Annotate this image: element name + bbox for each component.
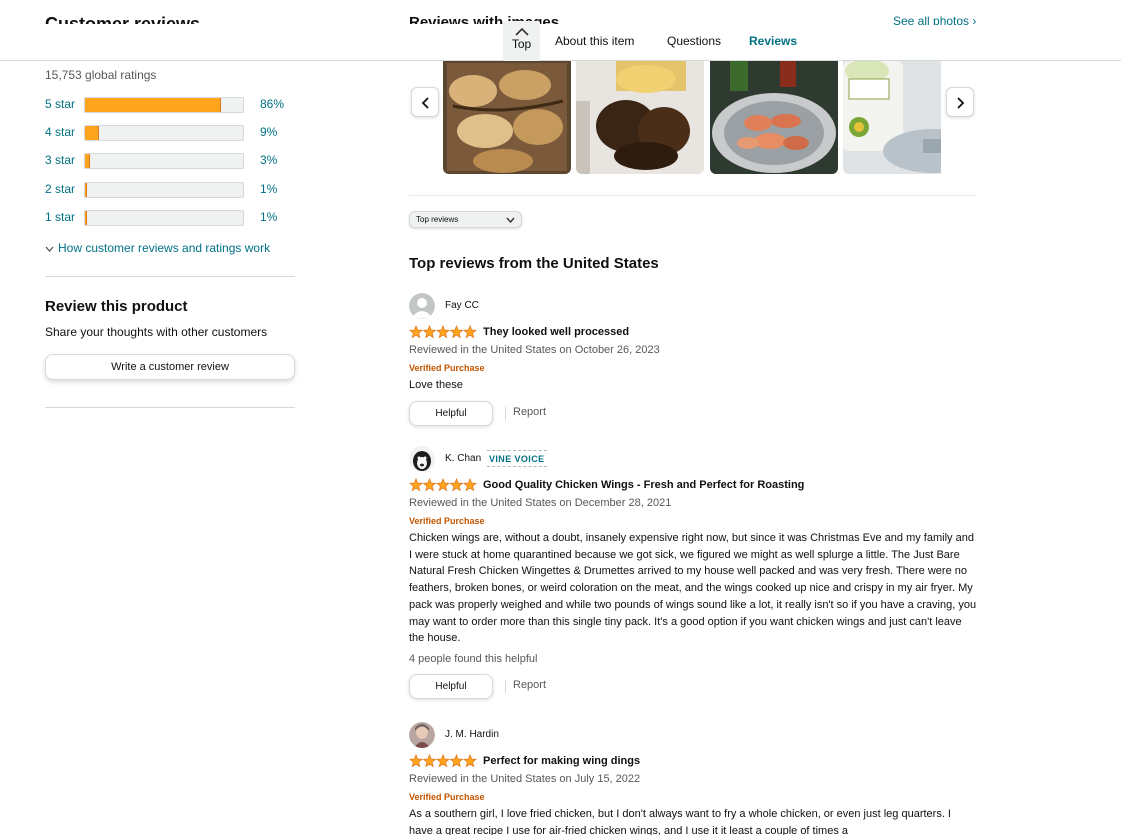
review-this-product-heading: Review this product xyxy=(45,298,188,315)
report-link[interactable]: Report xyxy=(513,406,546,418)
verified-purchase-badge[interactable]: Verified Purchase xyxy=(409,512,977,529)
dog-photo-avatar[interactable] xyxy=(409,446,435,472)
rating-bar[interactable] xyxy=(84,182,244,198)
nav-about-item[interactable]: About this item xyxy=(555,34,634,48)
how-reviews-work-label: How customer reviews and ratings work xyxy=(58,241,271,255)
review-images-carousel xyxy=(443,61,941,174)
customer-reviews-heading: Customer reviews xyxy=(45,14,201,24)
reviewer-name[interactable]: K. Chan xyxy=(445,453,481,464)
divider xyxy=(505,406,506,420)
back-to-top-button[interactable]: Top xyxy=(503,21,540,61)
rating-bar-fill xyxy=(85,154,90,168)
see-all-photos-link[interactable]: See all photos › xyxy=(893,13,976,25)
spiced-raw-wings-image[interactable] xyxy=(710,61,838,174)
review-body: Chicken wings are, without a doubt, insa… xyxy=(409,532,977,645)
divider xyxy=(409,195,976,196)
chevron-down-icon xyxy=(506,217,515,223)
sticky-nav-bar xyxy=(0,0,1121,61)
rating-bar[interactable] xyxy=(84,153,244,169)
vine-voice-badge[interactable]: VINE VOICE xyxy=(487,450,547,467)
review-date: Reviewed in the United States on July 15… xyxy=(409,773,641,785)
reviewer-name[interactable]: J. M. Hardin xyxy=(445,729,499,740)
helpful-button[interactable]: Helpful xyxy=(409,673,493,699)
review-title[interactable]: They looked well processed xyxy=(483,326,629,338)
rating-row-label[interactable]: 2 star xyxy=(45,182,83,196)
global-ratings-count: 15,753 global ratings xyxy=(45,68,157,82)
rating-row-label[interactable]: 4 star xyxy=(45,125,83,139)
review-date: Reviewed in the United States on Decembe… xyxy=(409,497,672,509)
rating-row-percent[interactable]: 86% xyxy=(260,97,300,111)
sort-reviews-select[interactable]: Top reviews xyxy=(409,211,522,228)
top-label: Top xyxy=(511,37,532,51)
rating-bar-fill xyxy=(85,126,100,140)
helpful-count-text: 4 people found this helpful xyxy=(409,652,538,665)
rating-row-label[interactable]: 3 star xyxy=(45,153,83,167)
packaged-wings-image[interactable] xyxy=(843,61,941,174)
chevron-up-icon xyxy=(514,27,529,36)
write-review-button[interactable]: Write a customer review xyxy=(45,354,295,380)
divider xyxy=(45,407,295,408)
roasted-wings-image[interactable] xyxy=(443,61,571,174)
helpful-button[interactable]: Helpful xyxy=(409,400,493,426)
review-item: K. Chan VINE VOICE Good Quality Chicken Wi… xyxy=(409,446,977,700)
rating-row-label[interactable]: 5 star xyxy=(45,97,83,111)
star-rating-icon xyxy=(409,325,477,339)
rating-row-percent[interactable]: 9% xyxy=(260,125,300,139)
rating-bar-fill xyxy=(85,211,87,225)
rating-row-percent[interactable]: 3% xyxy=(260,153,300,167)
sort-selected-value: Top reviews xyxy=(416,215,459,224)
rating-row-percent[interactable]: 1% xyxy=(260,182,300,196)
carousel-prev-button[interactable] xyxy=(411,87,439,117)
chevron-down-icon xyxy=(45,246,54,252)
rating-bar[interactable] xyxy=(84,125,244,141)
divider xyxy=(45,276,295,277)
rating-bar-fill xyxy=(85,183,87,197)
review-title[interactable]: Perfect for making wing dings xyxy=(483,755,640,767)
star-rating-icon xyxy=(409,478,477,492)
top-reviews-heading: Top reviews from the United States xyxy=(409,255,659,272)
rating-row-percent[interactable]: 1% xyxy=(260,210,300,224)
divider xyxy=(505,679,506,693)
how-reviews-work-link[interactable]: How customer reviews and ratings work xyxy=(45,241,270,255)
chevron-right-icon xyxy=(957,97,965,109)
rating-bar-fill xyxy=(85,98,221,112)
review-title[interactable]: Good Quality Chicken Wings - Fresh and P… xyxy=(483,479,804,491)
grilled-wings-image[interactable] xyxy=(576,61,704,174)
nav-reviews[interactable]: Reviews xyxy=(749,34,797,48)
share-thoughts-text: Share your thoughts with other customers xyxy=(45,325,268,339)
rating-bar[interactable] xyxy=(84,97,244,113)
review-date: Reviewed in the United States on October… xyxy=(409,344,660,356)
review-item: Fay CC They looked well processed Reviewed… xyxy=(409,293,977,427)
report-link[interactable]: Report xyxy=(513,679,546,691)
review-item: J. M. Hardin Perfect for making wing ding… xyxy=(409,722,977,835)
verified-purchase-badge[interactable]: Verified Purchase xyxy=(409,788,977,805)
rating-bar[interactable] xyxy=(84,210,244,226)
chevron-left-icon xyxy=(421,97,429,109)
rating-row-label[interactable]: 1 star xyxy=(45,210,83,224)
review-body: As a southern girl, I love fried chicken… xyxy=(409,808,951,835)
review-body: Love these xyxy=(409,379,463,391)
person-photo-avatar[interactable] xyxy=(409,722,435,748)
reviewer-name[interactable]: Fay CC xyxy=(445,300,479,311)
star-rating-icon xyxy=(409,754,477,768)
nav-questions[interactable]: Questions xyxy=(667,34,721,48)
carousel-next-button[interactable] xyxy=(946,87,974,117)
verified-purchase-badge[interactable]: Verified Purchase xyxy=(409,359,977,376)
default-avatar-icon[interactable] xyxy=(409,293,435,319)
